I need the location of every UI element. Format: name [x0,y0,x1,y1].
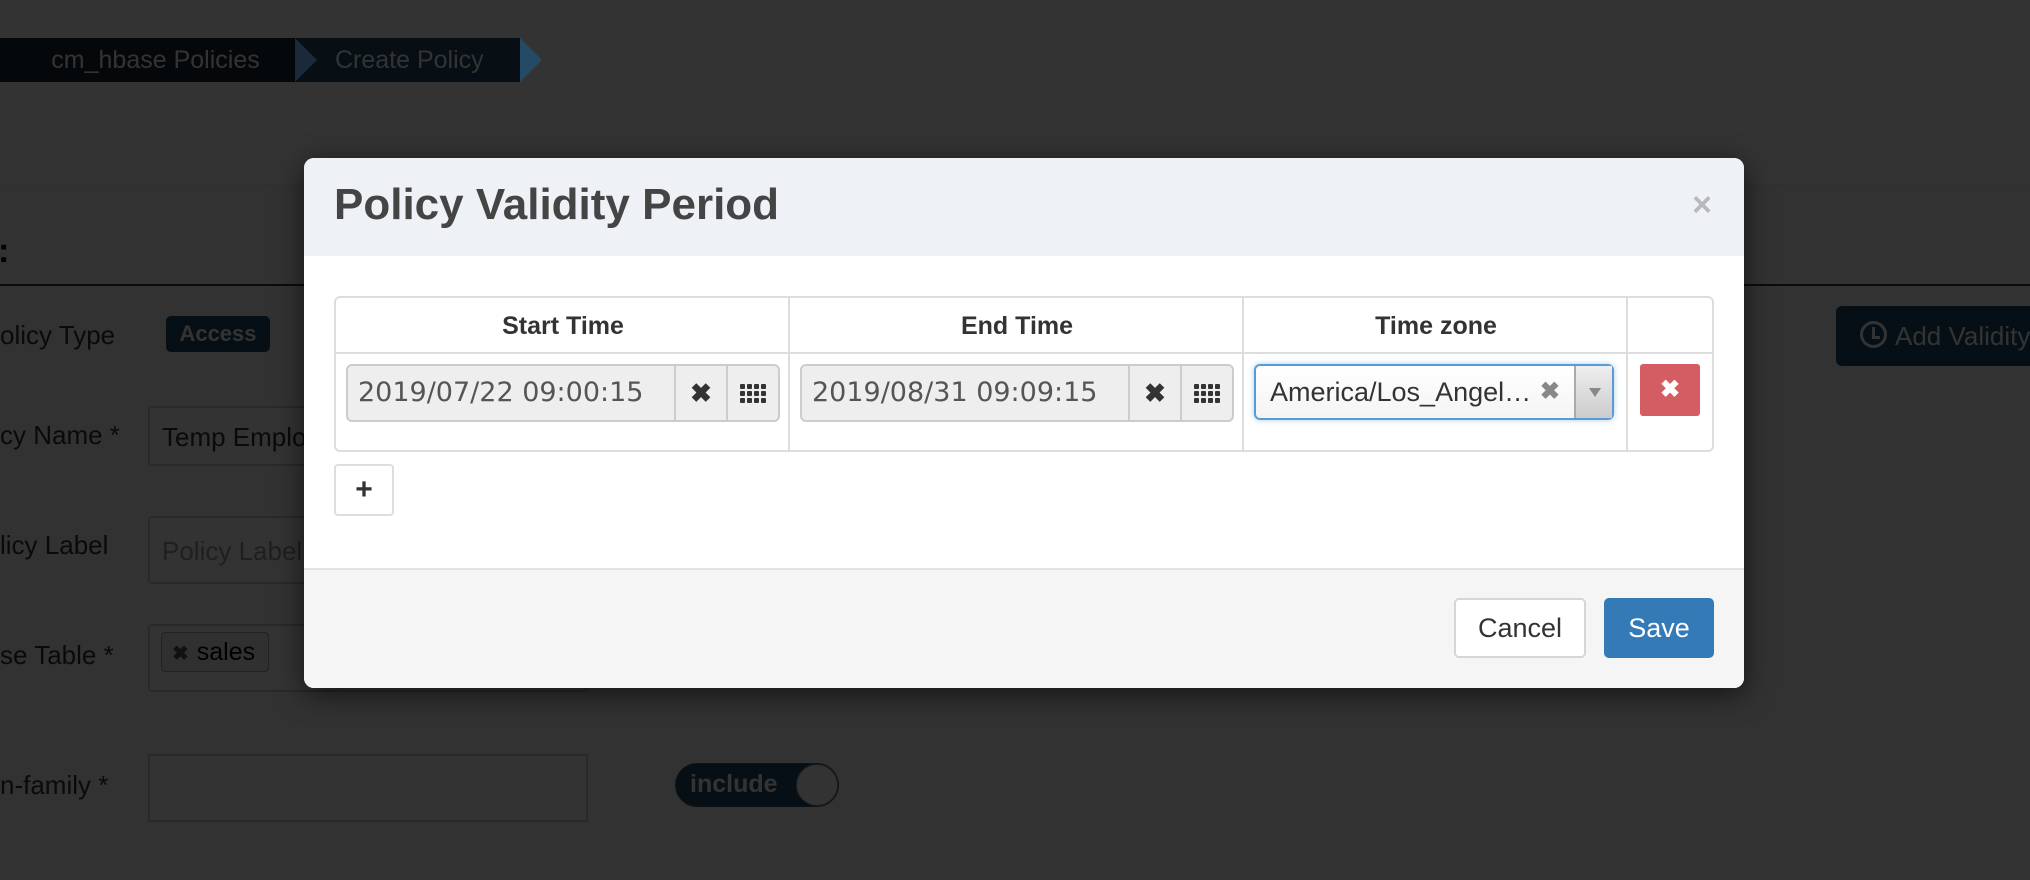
modal-title: Policy Validity Period [334,180,780,229]
modal-header: Policy Validity Period × [304,158,1744,256]
end-time-picker: 2019/08/31 09:09:15 ✖ [800,364,1234,422]
header-start-time: Start Time [502,312,624,340]
chevron-down-icon[interactable] [1574,366,1612,418]
start-time-input[interactable]: 2019/07/22 09:00:15 [348,366,674,420]
save-button[interactable]: Save [1604,598,1714,658]
clear-start-time-icon[interactable]: ✖ [674,366,726,420]
calendar-icon[interactable] [726,366,778,420]
modal-footer: Cancel Save [304,568,1744,688]
clear-time-zone-icon[interactable]: ✖ [1540,366,1560,418]
modal-body: Start Time End Time Time zone 2019/07/22… [304,256,1744,568]
time-zone-value: America/Los_Angel… [1270,377,1532,407]
add-row-button[interactable]: + [334,464,394,516]
calendar-icon[interactable] [1180,366,1232,420]
cancel-button[interactable]: Cancel [1454,598,1586,658]
header-time-zone: Time zone [1375,312,1497,340]
header-end-time: End Time [960,312,1074,340]
clear-end-time-icon[interactable]: ✖ [1128,366,1180,420]
start-time-picker: 2019/07/22 09:00:15 ✖ [346,364,780,422]
close-icon[interactable]: × [1692,186,1712,225]
time-zone-select[interactable]: America/Los_Angel… ✖ [1254,364,1614,420]
delete-row-button[interactable]: ✖ [1640,364,1700,416]
end-time-input[interactable]: 2019/08/31 09:09:15 [802,366,1128,420]
policy-validity-modal: Policy Validity Period × Start Time End … [304,158,1744,688]
close-icon: ✖ [1659,376,1681,403]
validity-table: Start Time End Time Time zone 2019/07/22… [334,296,1714,452]
